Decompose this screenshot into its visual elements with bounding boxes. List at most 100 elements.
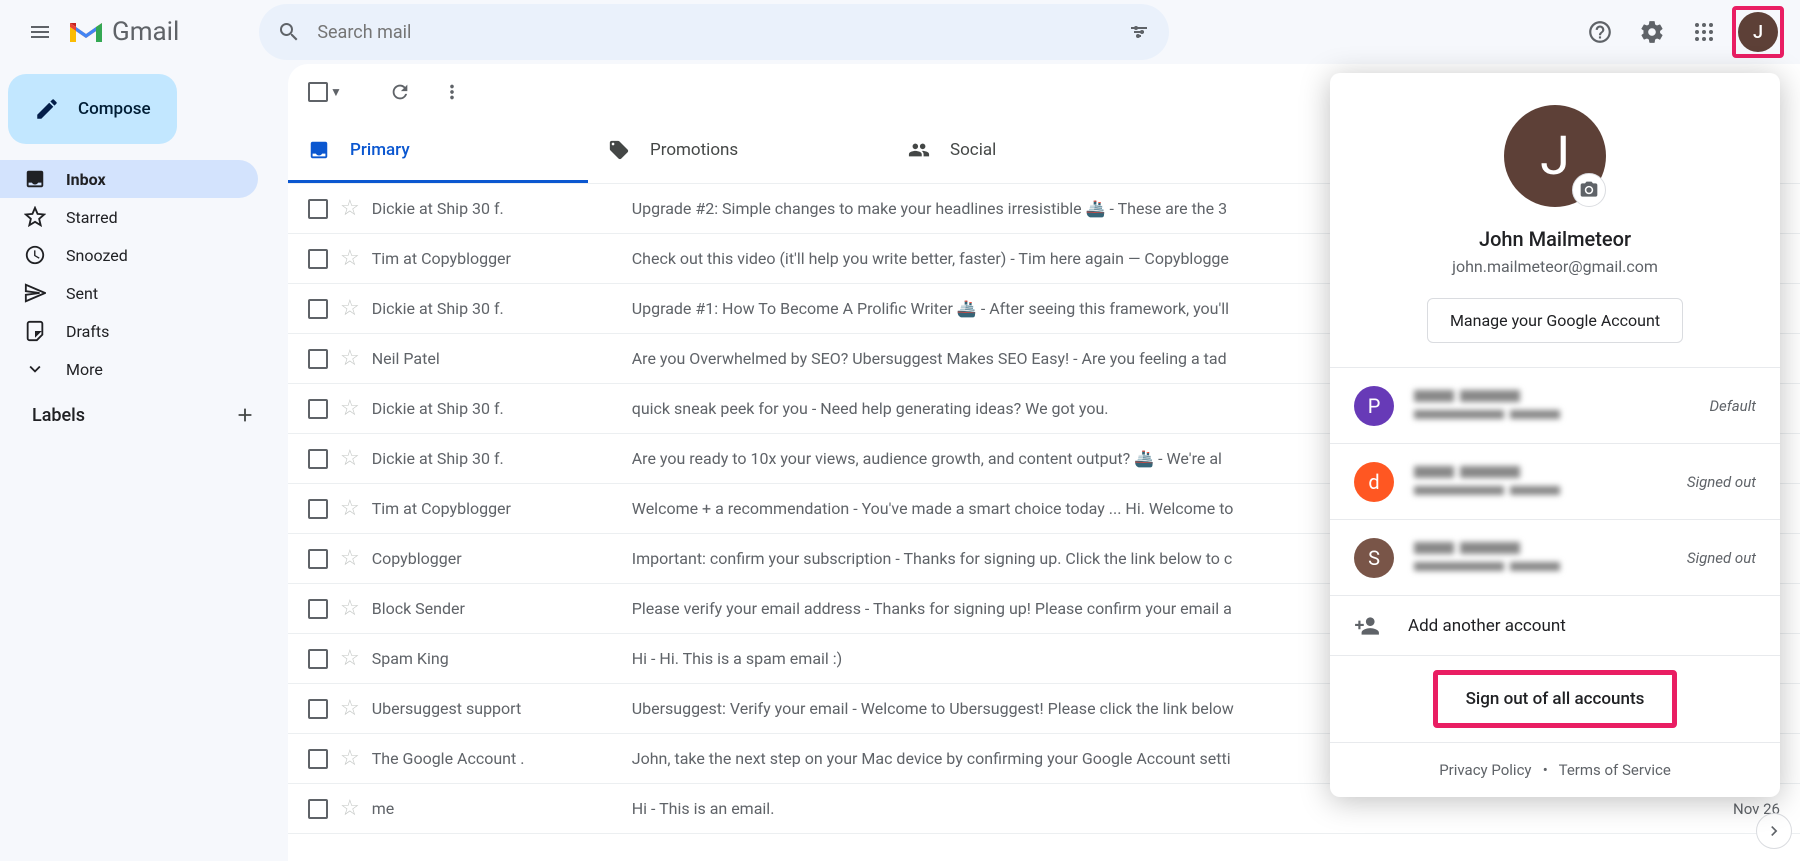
- row-checkbox[interactable]: [308, 199, 328, 219]
- star-button[interactable]: ☆: [340, 696, 360, 721]
- add-label-button[interactable]: [234, 404, 256, 426]
- row-checkbox[interactable]: [308, 499, 328, 519]
- row-checkbox[interactable]: [308, 699, 328, 719]
- search-icon[interactable]: [277, 20, 301, 44]
- sidebar-item-sent[interactable]: Sent: [0, 274, 258, 312]
- email-snippet: - Need help generating ideas? We got you…: [808, 399, 1109, 418]
- star-button[interactable]: ☆: [340, 746, 360, 771]
- change-photo-button[interactable]: [1572, 173, 1606, 207]
- details-toggle-button[interactable]: [1756, 813, 1792, 849]
- switch-account-row[interactable]: S Signed out: [1330, 519, 1780, 595]
- row-checkbox[interactable]: [308, 349, 328, 369]
- account-info: [1414, 539, 1667, 577]
- row-checkbox[interactable]: [308, 799, 328, 819]
- row-checkbox[interactable]: [308, 549, 328, 569]
- sidebar-item-more[interactable]: More: [0, 350, 258, 388]
- account-status: Signed out: [1687, 549, 1756, 567]
- menu-icon: [28, 20, 52, 44]
- main-menu-button[interactable]: [16, 8, 64, 56]
- select-all[interactable]: ▼: [308, 82, 342, 102]
- settings-button[interactable]: [1628, 8, 1676, 56]
- nav-label: Starred: [66, 208, 118, 227]
- account-avatar: P: [1354, 386, 1394, 426]
- manage-account-button[interactable]: Manage your Google Account: [1427, 298, 1683, 343]
- email-snippet: - Thanks for signing up. Click the link …: [891, 549, 1232, 568]
- email-sender: Dickie at Ship 30 f.: [372, 199, 620, 218]
- caret-down-icon: ▼: [330, 85, 342, 99]
- gmail-icon: [68, 18, 104, 46]
- email-sender: Tim at Copyblogger: [372, 499, 620, 518]
- search-input[interactable]: [317, 22, 1111, 43]
- help-icon: [1587, 19, 1613, 45]
- row-checkbox[interactable]: [308, 649, 328, 669]
- row-checkbox[interactable]: [308, 299, 328, 319]
- row-checkbox[interactable]: [308, 449, 328, 469]
- email-sender: Dickie at Ship 30 f.: [372, 399, 620, 418]
- terms-link[interactable]: Terms of Service: [1559, 761, 1671, 779]
- sidebar-item-snoozed[interactable]: Snoozed: [0, 236, 258, 274]
- star-button[interactable]: ☆: [340, 546, 360, 571]
- email-sender: Copyblogger: [372, 549, 620, 568]
- signout-all-button[interactable]: Sign out of all accounts: [1433, 670, 1678, 728]
- header-right: J: [1576, 6, 1784, 58]
- account-footer: Privacy Policy • Terms of Service: [1330, 742, 1780, 797]
- star-button[interactable]: ☆: [340, 446, 360, 471]
- row-checkbox[interactable]: [308, 749, 328, 769]
- star-button[interactable]: ☆: [340, 396, 360, 421]
- switch-account-row[interactable]: P Default: [1330, 367, 1780, 443]
- account-button[interactable]: J: [1738, 12, 1778, 52]
- account-email: john.mailmeteor@gmail.com: [1350, 257, 1760, 276]
- tab-social[interactable]: Social: [888, 120, 1188, 183]
- star-button[interactable]: ☆: [340, 596, 360, 621]
- tab-primary[interactable]: Primary: [288, 120, 588, 183]
- account-info: [1414, 387, 1689, 425]
- star-button[interactable]: ☆: [340, 246, 360, 271]
- row-checkbox[interactable]: [308, 249, 328, 269]
- tab-promotions[interactable]: Promotions: [588, 120, 888, 183]
- gear-icon: [1639, 19, 1665, 45]
- apps-grid-icon: [1692, 20, 1716, 44]
- checkbox-icon: [308, 82, 328, 102]
- camera-icon: [1579, 180, 1599, 200]
- switch-account-row[interactable]: d Signed out: [1330, 443, 1780, 519]
- star-button[interactable]: ☆: [340, 496, 360, 521]
- row-checkbox[interactable]: [308, 599, 328, 619]
- email-sender: Block Sender: [372, 599, 620, 618]
- privacy-link[interactable]: Privacy Policy: [1439, 761, 1531, 779]
- support-button[interactable]: [1576, 8, 1624, 56]
- signout-section: Sign out of all accounts: [1330, 655, 1780, 742]
- people-icon: [908, 139, 930, 161]
- star-button[interactable]: ☆: [340, 796, 360, 821]
- labels-heading: Labels: [32, 405, 85, 426]
- labels-header: Labels: [8, 388, 280, 426]
- tab-label: Social: [950, 140, 996, 160]
- compose-button[interactable]: Compose: [8, 74, 177, 144]
- email-snippet: - Welcome to Ubersuggest! Please click t…: [848, 699, 1233, 718]
- nav-label: Inbox: [66, 170, 106, 189]
- sidebar-item-drafts[interactable]: Drafts: [0, 312, 258, 350]
- star-button[interactable]: ☆: [340, 646, 360, 671]
- send-icon: [24, 282, 46, 304]
- account-name: John Mailmeteor: [1350, 227, 1760, 251]
- sidebar-item-inbox[interactable]: Inbox: [0, 160, 258, 198]
- star-button[interactable]: ☆: [340, 196, 360, 221]
- email-sender: The Google Account .: [372, 749, 620, 768]
- star-button[interactable]: ☆: [340, 346, 360, 371]
- refresh-button[interactable]: [376, 68, 424, 116]
- apps-button[interactable]: [1680, 8, 1728, 56]
- row-checkbox[interactable]: [308, 399, 328, 419]
- person-add-icon: [1354, 613, 1380, 639]
- more-button[interactable]: [428, 68, 476, 116]
- search-options-icon[interactable]: [1127, 20, 1151, 44]
- account-avatar: d: [1354, 462, 1394, 502]
- nav-label: Sent: [66, 284, 98, 303]
- email-sender: Dickie at Ship 30 f.: [372, 449, 620, 468]
- star-button[interactable]: ☆: [340, 296, 360, 321]
- sidebar-item-starred[interactable]: Starred: [0, 198, 258, 236]
- email-snippet: - These are the 3: [1106, 199, 1228, 218]
- email-snippet: - Tim here again — Copyblogge: [1006, 249, 1229, 268]
- sidebar: Compose Inbox Starred Snoozed Sent DraftsMor…: [0, 64, 288, 861]
- account-status: Signed out: [1687, 473, 1756, 491]
- gmail-logo[interactable]: Gmail: [68, 17, 179, 47]
- add-account-button[interactable]: Add another account: [1330, 595, 1780, 655]
